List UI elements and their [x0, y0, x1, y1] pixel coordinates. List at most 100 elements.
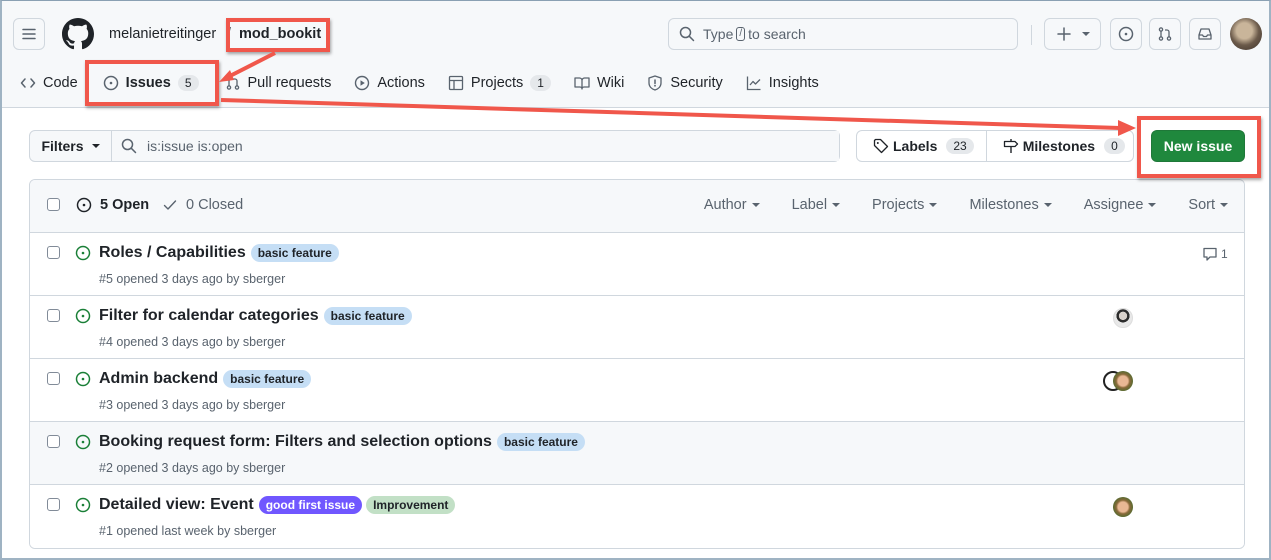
issue-title-link[interactable]: Filter for calendar categories [99, 307, 319, 325]
issue-checkbox[interactable] [47, 435, 60, 448]
tab-actions[interactable]: Actions [354, 75, 425, 91]
label-filter-dropdown[interactable]: Label [792, 197, 841, 213]
tab-security[interactable]: Security [647, 75, 723, 91]
chevron-down-icon [1148, 203, 1157, 207]
breadcrumb-separator: / [227, 26, 232, 42]
issue-opened-icon [1118, 26, 1134, 42]
create-new-button[interactable] [1044, 18, 1101, 50]
issue-row[interactable]: Admin backend basic feature #3 opened 3 da… [30, 359, 1244, 422]
repo-tabs: Code Issues 5 Pull requests Actions Proj… [20, 67, 842, 99]
issue-checkbox[interactable] [47, 309, 60, 322]
book-icon [574, 77, 590, 90]
issue-label[interactable]: Improvement [366, 496, 456, 514]
tab-label: Pull requests [247, 75, 332, 91]
issues-list-header: 5 Open 0 Closed Author Label Projects Mi… [30, 180, 1244, 233]
issue-label[interactable]: basic feature [496, 433, 585, 451]
sort-dropdown[interactable]: Sort [1188, 197, 1228, 213]
play-icon [355, 75, 370, 91]
comments-link[interactable]: 1 [1202, 246, 1228, 262]
filters-label: Filters [41, 138, 84, 154]
issue-checkbox[interactable] [47, 246, 60, 259]
issue-title-line: Booking request form: Filters and select… [99, 433, 585, 451]
issue-row[interactable]: Detailed view: Event good first issue Impr… [30, 485, 1244, 548]
repo-header: melanietreitinger / mod_bookit Type / to… [2, 1, 1269, 108]
issue-title-link[interactable]: Detailed view: Event [99, 496, 254, 514]
open-issues-toggle[interactable]: 5 Open [76, 197, 149, 213]
issue-title-line: Roles / Capabilities basic feature [99, 244, 339, 262]
issue-label[interactable]: good first issue [258, 496, 363, 514]
issue-label[interactable]: basic feature [223, 370, 312, 388]
search-icon [679, 26, 695, 42]
tab-issues[interactable]: Issues 5 [103, 75, 199, 91]
issue-opened-icon [103, 75, 118, 91]
issue-label[interactable]: basic feature [323, 307, 412, 325]
check-icon [163, 200, 177, 210]
issue-search-input[interactable]: is:issue is:open [112, 131, 839, 161]
your-pull-requests-button[interactable] [1149, 18, 1181, 50]
chevron-down-icon [1220, 203, 1228, 207]
user-avatar[interactable] [1230, 18, 1262, 50]
author-filter-dropdown[interactable]: Author [704, 197, 760, 213]
select-all-checkbox[interactable] [47, 198, 60, 211]
menu-button[interactable] [13, 18, 45, 50]
pull-request-icon [1158, 27, 1172, 41]
tab-insights[interactable]: Insights [746, 75, 819, 91]
tag-icon [873, 138, 889, 154]
issue-row[interactable]: Roles / Capabilities basic feature #5 open… [30, 233, 1244, 296]
repo-name-link[interactable]: mod_bookit [239, 26, 321, 42]
issue-checkbox[interactable] [47, 372, 60, 385]
list-filters: Author Label Projects Milestones Assigne… [672, 197, 1228, 213]
issue-opened-icon [75, 497, 91, 513]
shield-icon [648, 75, 663, 91]
tab-pull-requests[interactable]: Pull requests [225, 75, 332, 91]
issue-title-line: Detailed view: Event good first issue Impr… [99, 496, 456, 514]
issue-row[interactable]: Booking request form: Filters and select… [30, 422, 1244, 485]
your-issues-button[interactable] [1110, 18, 1142, 50]
tab-label: Insights [768, 75, 819, 91]
inbox-button[interactable] [1189, 18, 1221, 50]
filters-dropdown-button[interactable]: Filters [30, 131, 112, 161]
labels-count-badge: 23 [946, 138, 974, 154]
issue-title-line: Filter for calendar categories basic feat… [99, 307, 412, 325]
chevron-down-icon [751, 203, 760, 207]
graph-icon [746, 76, 761, 91]
issue-title-link[interactable]: Roles / Capabilities [99, 244, 246, 262]
repo-owner-link[interactable]: melanietreitinger [109, 26, 216, 42]
author-filter-label: Author [703, 197, 747, 213]
milestone-icon [1003, 139, 1018, 153]
tab-wiki[interactable]: Wiki [574, 75, 624, 91]
tab-code[interactable]: Code [20, 75, 78, 91]
closed-issues-toggle[interactable]: 0 Closed [162, 197, 243, 213]
closed-count-label: 0 Closed [186, 197, 244, 213]
assignee-avatar[interactable] [1113, 497, 1133, 517]
labels-button[interactable]: Labels 23 [857, 131, 986, 161]
issue-opened-icon [75, 308, 91, 324]
assignee-avatar[interactable] [1113, 308, 1133, 328]
tab-label: Projects [470, 75, 524, 91]
issue-meta: #1 opened last week by sberger [99, 524, 277, 538]
milestones-button[interactable]: Milestones 0 [985, 131, 1137, 161]
milestones-filter-dropdown[interactable]: Milestones [969, 197, 1052, 213]
github-logo-icon[interactable] [62, 18, 94, 50]
assignee-filter-dropdown[interactable]: Assignee [1084, 197, 1157, 213]
milestones-count-badge: 0 [1104, 138, 1125, 154]
chevron-down-icon [1081, 32, 1090, 36]
new-issue-button[interactable]: New issue [1151, 130, 1245, 162]
projects-filter-label: Projects [872, 197, 925, 213]
sort-label: Sort [1188, 197, 1215, 213]
header-divider [1031, 25, 1032, 45]
issue-row[interactable]: Filter for calendar categories basic feat… [30, 296, 1244, 359]
issue-title-link[interactable]: Booking request form: Filters and select… [99, 433, 492, 451]
hamburger-icon [22, 28, 36, 40]
assignee-avatar[interactable] [1113, 371, 1133, 391]
issue-title-link[interactable]: Admin backend [99, 370, 218, 388]
issue-label[interactable]: basic feature [250, 244, 339, 262]
labels-label: Labels [893, 138, 938, 154]
issue-checkbox[interactable] [47, 498, 60, 511]
tab-projects[interactable]: Projects 1 [448, 75, 551, 91]
projects-filter-dropdown[interactable]: Projects [872, 197, 938, 213]
global-search-input[interactable]: Type / to search [668, 18, 1018, 50]
inbox-icon [1198, 28, 1212, 40]
comment-count: 1 [1221, 247, 1228, 261]
issue-meta: #2 opened 3 days ago by sberger [99, 461, 286, 475]
